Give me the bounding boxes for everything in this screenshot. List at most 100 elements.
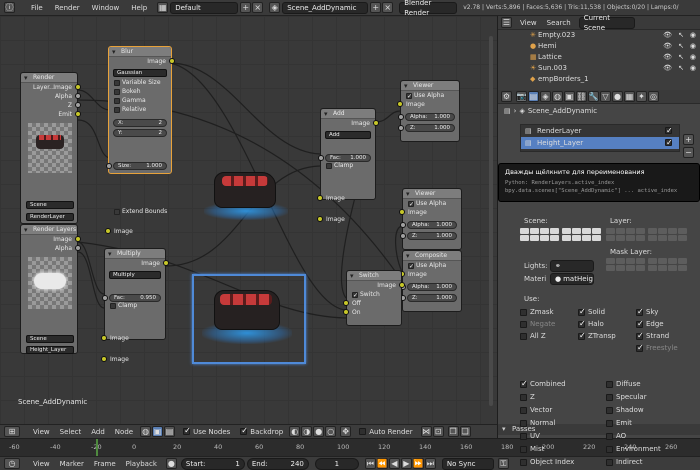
mask-layer-grid[interactable] [606, 258, 687, 271]
checkbox[interactable] [114, 79, 120, 86]
outliner-item[interactable]: ☀ Sun.003 👁 ↖ ◉ [498, 63, 700, 74]
keying-icon[interactable]: ⚿ [497, 458, 509, 469]
scene-field[interactable]: Scene [26, 201, 74, 209]
layer-grid-block[interactable] [520, 228, 559, 241]
render-layer-list[interactable]: ▤ RenderLayer ▤ Height_Layer [520, 124, 680, 152]
menu-frame[interactable]: Frame [89, 460, 121, 468]
channel-rgb-icon[interactable]: ● [313, 426, 325, 437]
opt-variable-size[interactable]: Variable Size [109, 78, 171, 87]
record-icon[interactable]: ● [165, 458, 177, 469]
channel-alpha-icon[interactable]: ◑ [301, 426, 313, 437]
eye-icon[interactable]: 👁 [663, 63, 672, 74]
channel-color-icon[interactable]: ◐ [289, 426, 301, 437]
checkbox[interactable] [636, 343, 644, 352]
socket-output[interactable] [75, 245, 81, 251]
layer-field[interactable]: RenderLayer [26, 213, 74, 221]
camera-icon[interactable]: ◉ [690, 30, 696, 41]
checkbox[interactable] [110, 302, 116, 309]
jump-start-icon[interactable]: ⏮ [364, 458, 376, 469]
menu-add[interactable]: Add [86, 428, 110, 436]
socket-input[interactable] [343, 300, 349, 306]
socket-input[interactable] [400, 233, 406, 239]
play-reverse-icon[interactable]: ◀ [388, 458, 400, 469]
outliner[interactable]: ☰ View Search Current Scene ✳ Empty.023 👁 ↖… [497, 14, 700, 90]
camera-icon[interactable]: ◉ [690, 41, 696, 52]
node-viewer-2[interactable]: Viewer Use Alpha Image Alpha: 1.000 Z: 1.0… [399, 188, 462, 250]
socket-output[interactable] [399, 282, 405, 288]
use-zmask[interactable]: Zmask [520, 308, 578, 316]
pass-ao[interactable]: AO [606, 432, 686, 445]
checkbox[interactable] [114, 208, 120, 215]
opt-clamp[interactable]: Clamp [321, 161, 375, 170]
layer-enable-checkbox[interactable] [665, 125, 673, 137]
filter-type-select[interactable]: Gaussian [113, 69, 167, 77]
node-composite[interactable]: Composite Use Alpha Image Alpha: 1.000 Z:… [399, 250, 462, 312]
node-editor[interactable]: Render Layer... Image Alpha Z Emit Scene… [0, 16, 497, 424]
alpha-field[interactable]: Alpha: 1.000 [400, 283, 457, 291]
pass-indirect[interactable]: Indirect [606, 458, 686, 470]
socket-output[interactable] [373, 120, 379, 126]
properties-editor-icon[interactable]: ⚙ [501, 91, 512, 102]
fac-field[interactable]: Fac: 1.000 [318, 154, 371, 162]
socket-input[interactable] [398, 125, 404, 131]
use-sky[interactable]: Sky [636, 307, 694, 316]
scene-selector[interactable]: Scene_AddDynamic [282, 1, 369, 14]
socket-output[interactable] [75, 102, 81, 108]
material-field[interactable]: ● matHeig [550, 273, 594, 285]
jump-end-icon[interactable]: ⏭ [424, 458, 436, 469]
checkbox[interactable] [114, 106, 120, 113]
menu-render[interactable]: Render [49, 4, 86, 12]
modifiers-tab-icon[interactable]: 🔧 [588, 91, 599, 102]
world-tab-icon[interactable]: ◍ [552, 91, 563, 102]
timeline-editor-icon[interactable]: ◷ [4, 458, 20, 469]
checkbox[interactable] [520, 458, 527, 466]
outliner-item[interactable]: ● Hemi 👁 ↖ ◉ [498, 41, 700, 52]
node-title[interactable]: Multiply [105, 249, 165, 259]
checkbox[interactable] [520, 406, 527, 414]
backdrop-move-icon[interactable]: ✥ [340, 426, 352, 437]
layer-field[interactable]: Height_Layer [26, 346, 74, 354]
checkbox[interactable] [578, 319, 586, 328]
start-frame-field[interactable]: Start: 1 [180, 457, 245, 470]
outliner-item[interactable]: ◆ empBorders_1 [498, 74, 700, 85]
checkbox[interactable] [114, 88, 120, 95]
eye-icon[interactable]: 👁 [663, 30, 672, 41]
socket-input[interactable] [343, 309, 349, 315]
menu-view[interactable]: View [520, 19, 537, 27]
pass-uv[interactable]: UV [520, 432, 600, 445]
use-all-z[interactable]: All Z [520, 332, 578, 340]
outliner-item[interactable]: ▦ Lattice 👁 ↖ ◉ [498, 52, 700, 63]
menu-view[interactable]: View [28, 460, 55, 468]
pass-normal[interactable]: Normal [520, 419, 600, 432]
node-viewer-1[interactable]: Viewer Use Alpha Image Alpha: 1.000 Z: 1.0… [397, 80, 460, 142]
next-keyframe-icon[interactable]: ⏩ [412, 458, 424, 469]
use-solid[interactable]: Solid [578, 307, 636, 316]
current-frame-field[interactable]: 1 [314, 457, 359, 470]
menu-file[interactable]: File [25, 4, 49, 12]
particles-tab-icon[interactable]: ✦ [636, 91, 647, 102]
blend-mode-select[interactable]: Multiply [109, 271, 161, 279]
checkbox[interactable] [606, 406, 613, 414]
scene-layer-grid[interactable] [520, 228, 601, 241]
socket-output[interactable] [169, 58, 175, 64]
use-halo[interactable]: Halo [578, 319, 636, 328]
cursor-icon[interactable]: ↖ [678, 30, 684, 41]
x-field[interactable]: X: 2 [113, 119, 167, 127]
node-title[interactable]: Render Layers [21, 225, 77, 235]
checkbox[interactable] [406, 92, 412, 99]
end-frame-field[interactable]: End: 240 [246, 457, 309, 470]
menu-view[interactable]: View [28, 428, 55, 436]
render-engine-selector[interactable]: Blender Render [399, 0, 458, 17]
opt-extend-bounds[interactable]: Extend Bounds [109, 207, 171, 216]
checkbox[interactable] [636, 319, 644, 328]
constraints-tab-icon[interactable]: ⛓ [576, 91, 587, 102]
node-title[interactable]: Viewer [401, 81, 459, 91]
opt-clamp[interactable]: Clamp [105, 301, 165, 310]
checkbox[interactable] [520, 308, 527, 316]
checkbox[interactable] [352, 291, 358, 298]
backdrop-checkbox[interactable] [240, 426, 248, 435]
use-negate[interactable]: Negate [520, 320, 578, 328]
display-mode-select[interactable]: Current Scene [578, 14, 635, 32]
node-switch[interactable]: Switch Image Switch Off On [343, 270, 405, 326]
alpha-field[interactable]: Alpha: 1.000 [400, 221, 457, 229]
